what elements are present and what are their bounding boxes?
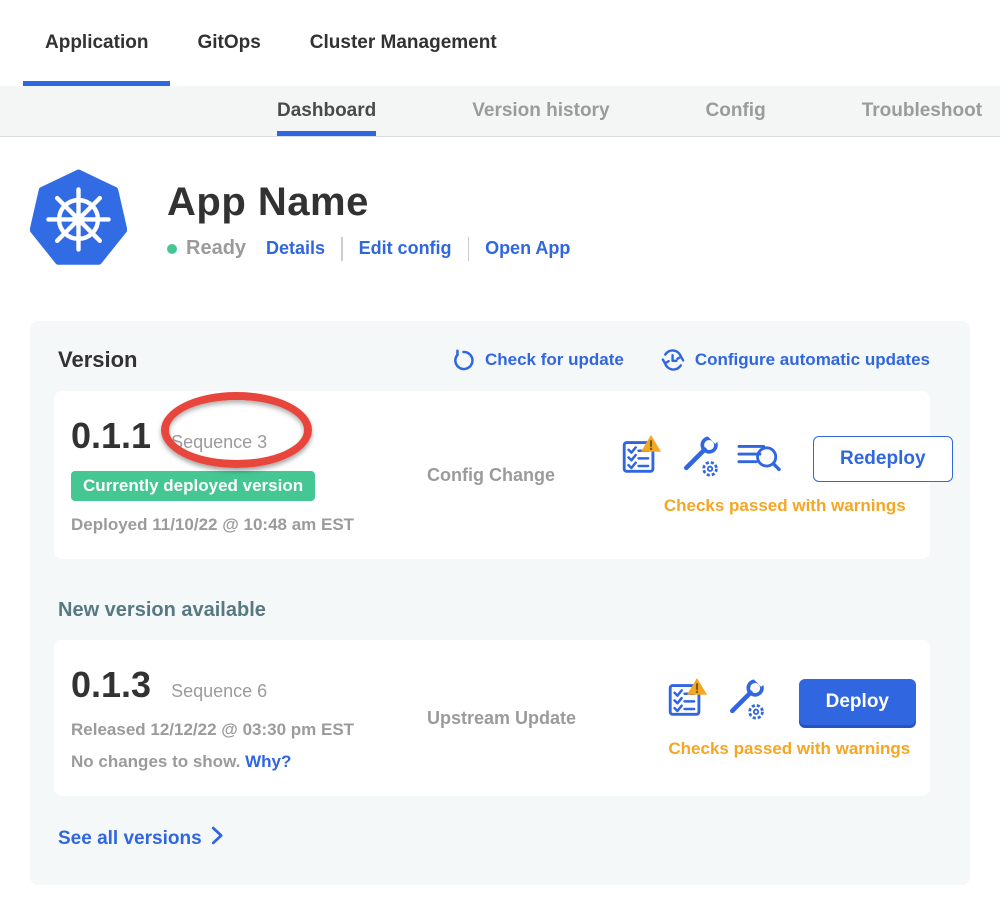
preflight-checks-icon[interactable] bbox=[663, 677, 709, 726]
chevron-right-icon bbox=[211, 826, 224, 851]
why-link[interactable]: Why? bbox=[245, 752, 291, 771]
available-version-number: 0.1.3 bbox=[71, 664, 151, 706]
details-link[interactable]: Details bbox=[266, 238, 325, 259]
preflight-checks-icon[interactable] bbox=[617, 434, 663, 483]
refresh-icon bbox=[451, 348, 476, 373]
primary-nav: Application GitOps Cluster Management bbox=[0, 0, 1000, 86]
tab-application[interactable]: Application bbox=[23, 0, 170, 86]
deployed-sequence-label: Sequence 3 bbox=[171, 432, 267, 453]
config-wrench-icon[interactable] bbox=[725, 677, 767, 726]
app-title: App Name bbox=[167, 180, 570, 225]
redeploy-button[interactable]: Redeploy bbox=[813, 436, 953, 482]
kubernetes-logo-icon bbox=[30, 169, 127, 271]
available-version-card: 0.1.3 Sequence 6 Released 12/12/22 @ 03:… bbox=[54, 640, 930, 796]
released-timestamp: Released 12/12/22 @ 03:30 pm EST bbox=[71, 720, 427, 740]
ready-status-label: Ready bbox=[186, 237, 246, 260]
app-header: App Name Ready Details Edit config Open … bbox=[30, 169, 970, 271]
currently-deployed-badge: Currently deployed version bbox=[71, 471, 315, 501]
available-source-label: Upstream Update bbox=[427, 708, 617, 729]
deployed-source-label: Config Change bbox=[427, 465, 617, 486]
version-panel-title: Version bbox=[58, 347, 137, 373]
new-version-heading: New version available bbox=[58, 599, 930, 622]
tab-troubleshoot[interactable]: Troubleshoot bbox=[862, 86, 982, 136]
divider bbox=[468, 237, 470, 261]
available-sequence-label: Sequence 6 bbox=[171, 681, 267, 702]
divider bbox=[341, 237, 343, 261]
schedule-refresh-icon bbox=[660, 347, 686, 373]
edit-config-link[interactable]: Edit config bbox=[359, 238, 452, 259]
see-all-versions-label: See all versions bbox=[58, 828, 202, 850]
available-checks-warning: Checks passed with warnings bbox=[668, 739, 910, 759]
view-diff-icon[interactable] bbox=[737, 434, 781, 483]
ready-status-dot bbox=[167, 244, 177, 254]
config-wrench-icon[interactable] bbox=[679, 434, 721, 483]
deployed-version-number: 0.1.1 bbox=[71, 415, 151, 457]
deployed-timestamp: Deployed 11/10/22 @ 10:48 am EST bbox=[71, 515, 427, 535]
check-for-update-label: Check for update bbox=[485, 350, 624, 370]
tab-cluster-management[interactable]: Cluster Management bbox=[288, 0, 519, 86]
tab-gitops[interactable]: GitOps bbox=[175, 0, 282, 86]
configure-automatic-updates-label: Configure automatic updates bbox=[695, 350, 930, 370]
tab-config[interactable]: Config bbox=[706, 86, 766, 136]
see-all-versions-link[interactable]: See all versions bbox=[58, 826, 224, 851]
deployed-version-card: 0.1.1 Sequence 3 Currently deployed vers… bbox=[54, 391, 930, 559]
app-sub-nav: Dashboard Version history Config Trouble… bbox=[0, 86, 1000, 137]
deploy-button[interactable]: Deploy bbox=[799, 679, 916, 725]
deployed-checks-warning: Checks passed with warnings bbox=[664, 496, 906, 516]
tab-dashboard[interactable]: Dashboard bbox=[277, 86, 376, 136]
no-changes-note: No changes to show. bbox=[71, 752, 240, 771]
configure-automatic-updates-button[interactable]: Configure automatic updates bbox=[660, 347, 930, 373]
open-app-link[interactable]: Open App bbox=[485, 238, 570, 259]
check-for-update-button[interactable]: Check for update bbox=[451, 347, 624, 373]
tab-version-history[interactable]: Version history bbox=[472, 86, 609, 136]
version-panel: Version Check for update bbox=[30, 321, 970, 885]
